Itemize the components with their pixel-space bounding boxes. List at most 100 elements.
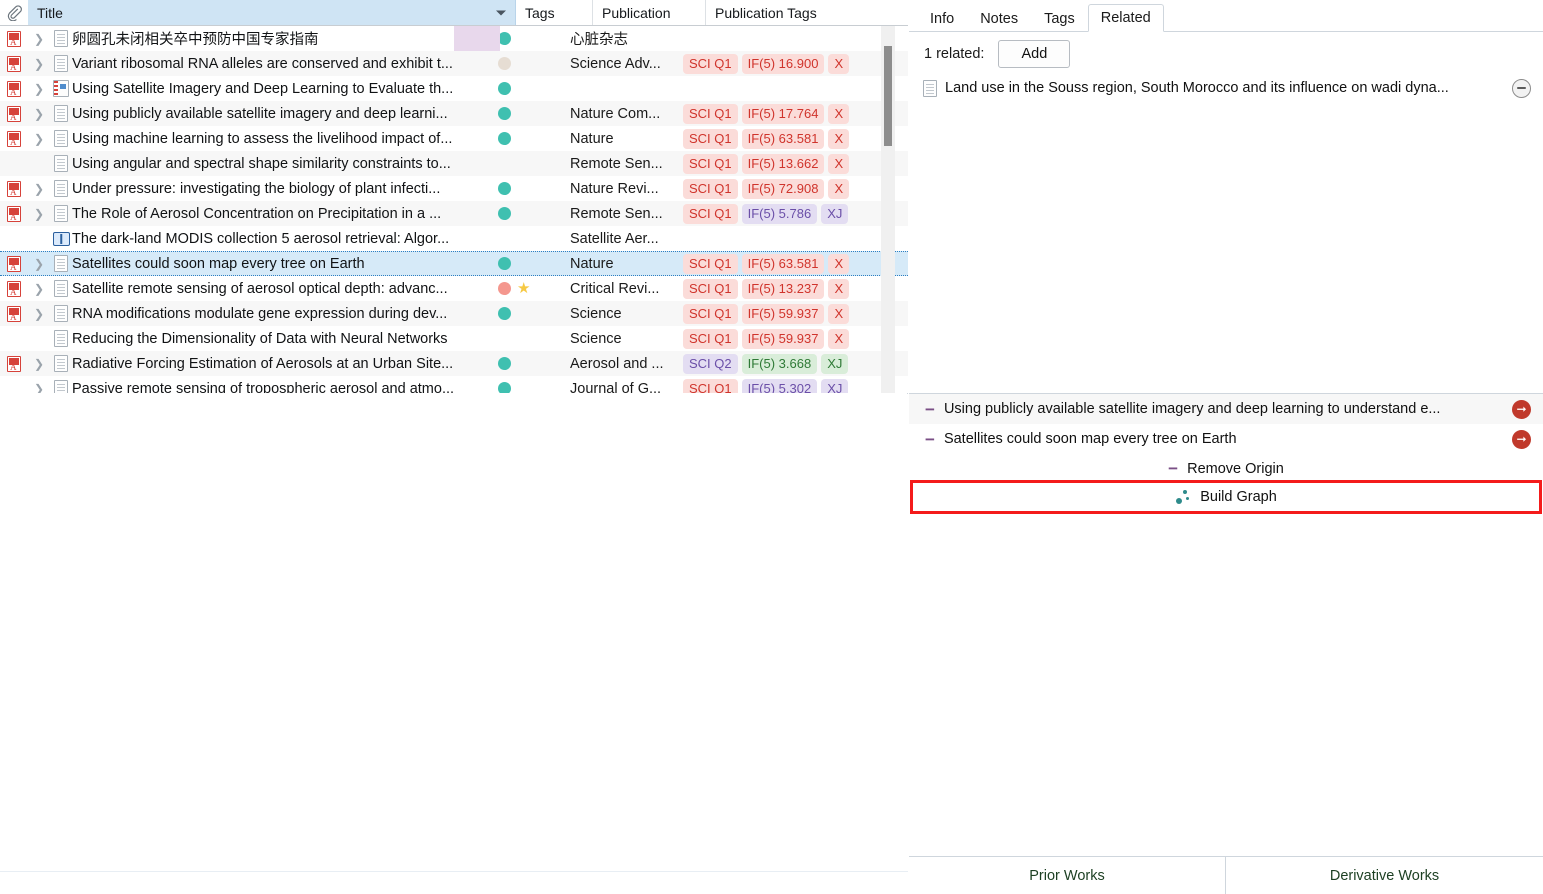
column-header-tags[interactable]: Tags xyxy=(516,0,593,25)
row-expand-chevron[interactable]: ❯ xyxy=(28,207,50,221)
scrollbar-thumb[interactable] xyxy=(884,46,892,146)
table-row[interactable]: ❯ Using Satellite Imagery and Deep Learni… xyxy=(0,76,908,101)
table-row[interactable]: ❯ Satellites could soon map every tree on… xyxy=(0,251,908,276)
minus-icon[interactable]: − xyxy=(925,401,935,418)
publication-tag-badge: SCI Q1 xyxy=(683,153,738,174)
row-tags-cell[interactable] xyxy=(488,257,565,270)
document-icon xyxy=(54,355,68,372)
row-title[interactable]: Using angular and spectral shape similar… xyxy=(72,156,488,172)
row-title[interactable]: Reducing the Dimensionality of Data with… xyxy=(72,331,488,347)
row-title[interactable]: 卵圆孔未闭相关卒中预防中国专家指南 xyxy=(72,28,488,49)
row-title[interactable]: Satellite remote sensing of aerosol opti… xyxy=(72,281,488,297)
column-header-publication[interactable]: Publication xyxy=(593,0,706,25)
row-title[interactable]: Under pressure: investigating the biolog… xyxy=(72,181,488,197)
origin-title[interactable]: Using publicly available satellite image… xyxy=(944,401,1503,417)
row-expand-chevron[interactable]: ❯ xyxy=(28,182,50,196)
table-row[interactable]: Using angular and spectral shape similar… xyxy=(0,151,908,176)
row-attachment-cell[interactable] xyxy=(0,105,28,122)
row-attachment-cell[interactable] xyxy=(0,130,28,147)
row-attachment-cell[interactable] xyxy=(0,80,28,97)
row-title[interactable]: The Role of Aerosol Concentration on Pre… xyxy=(72,206,488,222)
derivative-works-button[interactable]: Derivative Works xyxy=(1226,857,1543,894)
row-title[interactable]: Using Satellite Imagery and Deep Learnin… xyxy=(72,81,488,97)
tab-tags[interactable]: Tags xyxy=(1031,7,1088,32)
column-header-publication-tags[interactable]: Publication Tags xyxy=(706,0,887,25)
origin-title[interactable]: Satellites could soon map every tree on … xyxy=(944,431,1503,447)
row-tags-cell[interactable] xyxy=(488,357,565,370)
row-attachment-cell[interactable] xyxy=(0,305,28,322)
row-title[interactable]: RNA modifications modulate gene expressi… xyxy=(72,306,488,322)
row-title[interactable]: Radiative Forcing Estimation of Aerosols… xyxy=(72,356,488,372)
row-tags-cell[interactable] xyxy=(488,307,565,320)
row-title[interactable]: Using publicly available satellite image… xyxy=(72,106,488,122)
row-attachment-cell[interactable] xyxy=(0,355,28,372)
row-tags-cell[interactable] xyxy=(488,132,565,145)
column-header-attachment[interactable] xyxy=(0,0,28,25)
graph-origin-row[interactable]: − Satellites could soon map every tree on… xyxy=(909,424,1543,454)
row-title[interactable]: Satellites could soon map every tree on … xyxy=(72,256,488,272)
table-row[interactable]: ❯ RNA modifications modulate gene express… xyxy=(0,301,908,326)
table-row[interactable]: ❯ Using publicly available satellite imag… xyxy=(0,101,908,126)
row-expand-chevron[interactable]: ❯ xyxy=(28,57,50,71)
row-expand-chevron[interactable]: ❯ xyxy=(28,132,50,146)
row-tags-cell[interactable] xyxy=(488,382,565,393)
minus-icon[interactable]: − xyxy=(925,431,935,448)
row-attachment-cell[interactable] xyxy=(0,280,28,297)
row-attachment-cell[interactable] xyxy=(0,205,28,222)
citation-graph-canvas[interactable]: Liu_2007Liu_2009Hu_2018Li_2020Li_2021Luo… xyxy=(0,394,908,871)
row-tags-cell[interactable] xyxy=(488,207,565,220)
row-title[interactable]: Passive remote sensing of tropospheric a… xyxy=(72,381,488,394)
tab-info[interactable]: Info xyxy=(917,7,967,32)
table-vertical-scrollbar[interactable] xyxy=(881,26,895,393)
graph-origin-row[interactable]: − Using publicly available satellite imag… xyxy=(909,394,1543,424)
tag-color-dot xyxy=(498,57,511,70)
chevron-right-icon: ❯ xyxy=(33,106,45,121)
minus-circle-icon[interactable] xyxy=(1512,78,1531,98)
table-row[interactable]: ❯ 卵圆孔未闭相关卒中预防中国专家指南 心脏杂志 xyxy=(0,26,908,51)
row-tags-cell[interactable] xyxy=(488,107,565,120)
row-expand-chevron[interactable]: ❯ xyxy=(28,32,50,46)
row-tags-cell[interactable] xyxy=(488,182,565,195)
tab-related[interactable]: Related xyxy=(1087,4,1164,32)
row-expand-chevron[interactable]: ❯ xyxy=(28,382,50,394)
column-header-title[interactable]: Title xyxy=(28,0,516,25)
arrow-right-circle-icon[interactable]: ➞ xyxy=(1512,399,1531,419)
row-title[interactable]: Variant ribosomal RNA alleles are conser… xyxy=(72,56,488,72)
add-related-button[interactable]: Add xyxy=(998,40,1071,68)
row-tags-cell[interactable] xyxy=(488,82,565,95)
row-attachment-cell[interactable] xyxy=(0,55,28,72)
build-graph-button[interactable]: Build Graph xyxy=(910,480,1542,514)
related-item-title[interactable]: Land use in the Souss region, South Moro… xyxy=(945,80,1504,96)
row-attachment-cell[interactable] xyxy=(0,180,28,197)
row-expand-chevron[interactable]: ❯ xyxy=(28,82,50,96)
row-expand-chevron[interactable]: ❯ xyxy=(28,307,50,321)
row-expand-chevron[interactable]: ❯ xyxy=(28,107,50,121)
row-expand-chevron[interactable]: ❯ xyxy=(28,282,50,296)
row-title[interactable]: The dark-land MODIS collection 5 aerosol… xyxy=(72,231,488,247)
table-row[interactable]: ❯ Under pressure: investigating the biolo… xyxy=(0,176,908,201)
table-row[interactable]: Reducing the Dimensionality of Data with… xyxy=(0,326,908,351)
table-row[interactable]: ❯ Satellite remote sensing of aerosol opt… xyxy=(0,276,908,301)
arrow-right-circle-icon[interactable]: ➞ xyxy=(1512,429,1531,449)
related-list-item[interactable]: Land use in the Souss region, South Moro… xyxy=(909,74,1543,102)
table-row[interactable]: ❯ The Role of Aerosol Concentration on Pr… xyxy=(0,201,908,226)
table-row[interactable]: ❯ Variant ribosomal RNA alleles are conse… xyxy=(0,51,908,76)
table-row[interactable]: ❯ Radiative Forcing Estimation of Aerosol… xyxy=(0,351,908,376)
row-tags-cell[interactable] xyxy=(488,57,565,70)
pdf-icon xyxy=(7,305,21,322)
row-expand-chevron[interactable]: ❯ xyxy=(28,257,50,271)
row-attachment-cell[interactable] xyxy=(0,30,28,47)
row-tags-cell[interactable]: ★ xyxy=(488,281,565,296)
table-row[interactable]: ❯ Using machine learning to assess the li… xyxy=(0,126,908,151)
table-row[interactable]: ❯ Passive remote sensing of tropospheric … xyxy=(0,376,908,393)
row-attachment-cell[interactable] xyxy=(0,255,28,272)
tag-color-dot xyxy=(498,207,511,220)
remove-origin-button[interactable]: − Remove Origin xyxy=(909,454,1543,483)
table-row[interactable]: The dark-land MODIS collection 5 aerosol… xyxy=(0,226,908,251)
item-table[interactable]: ❯ 卵圆孔未闭相关卒中预防中国专家指南 心脏杂志 ❯ Variant ribosomal… xyxy=(0,26,908,393)
row-title[interactable]: Using machine learning to assess the liv… xyxy=(72,131,488,147)
row-expand-chevron[interactable]: ❯ xyxy=(28,357,50,371)
prior-works-button[interactable]: Prior Works xyxy=(909,857,1226,894)
pdf-icon xyxy=(7,55,21,72)
tab-notes[interactable]: Notes xyxy=(967,7,1031,32)
